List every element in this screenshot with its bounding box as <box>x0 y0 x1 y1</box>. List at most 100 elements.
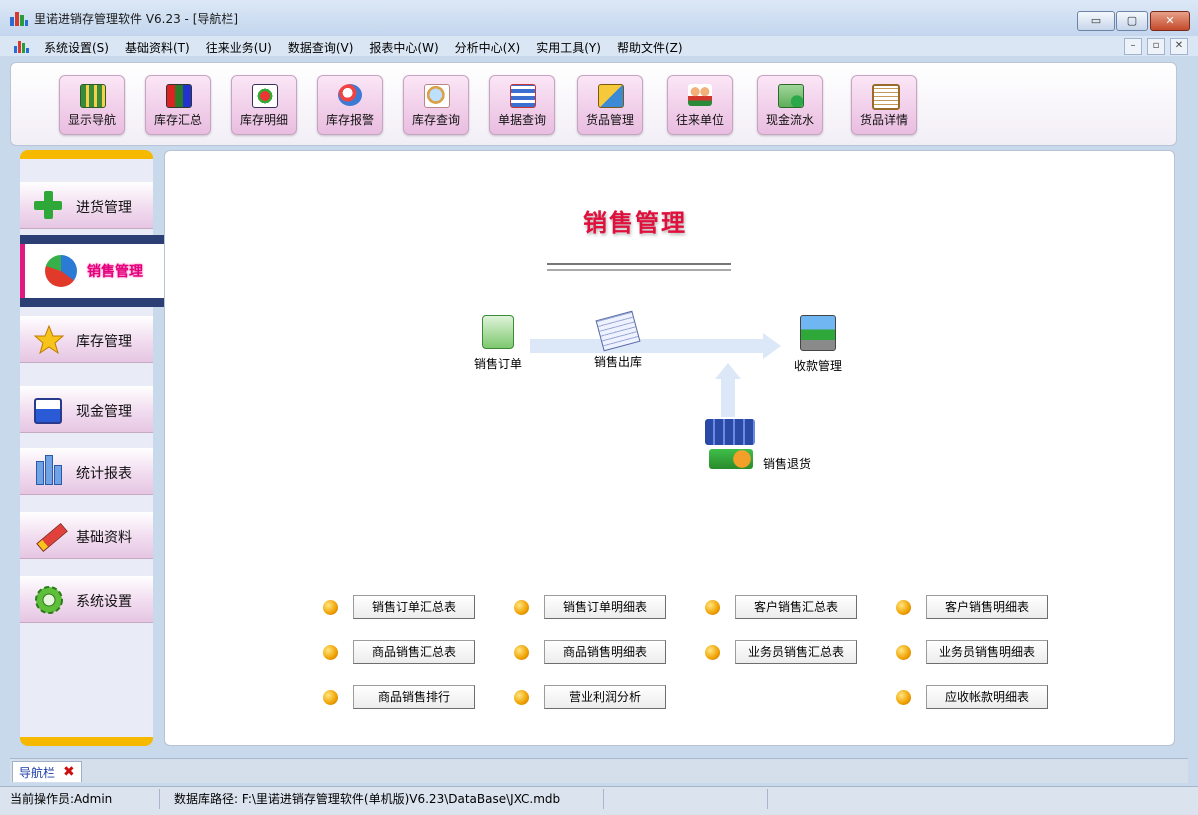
nav-item-purchase[interactable]: 进货管理 <box>20 182 153 229</box>
report-button-customer-sales-detail[interactable]: 客户销售明细表 <box>926 595 1048 619</box>
report-row: 商品销售排行 营业利润分析 应收帐款明细表 <box>323 685 1087 711</box>
menu-system-settings[interactable]: 系统设置(S) <box>44 39 109 56</box>
minimize-button[interactable]: ▭ <box>1077 11 1115 31</box>
toolbar-document-query-button[interactable]: 单据查询 <box>489 75 555 135</box>
nav-item-sales[interactable]: 销售管理 <box>20 244 165 298</box>
menu-business[interactable]: 往来业务(U) <box>206 39 272 56</box>
cash-register-icon <box>34 398 62 424</box>
window-title: 里诺进销存管理软件 V6.23 - [导航栏] <box>34 12 239 26</box>
menu-report-center[interactable]: 报表中心(W) <box>369 39 438 56</box>
menu-basic-data[interactable]: 基础资料(T) <box>125 39 190 56</box>
toolbar-label: 库存明细 <box>239 113 288 127</box>
mdi-minimize-button[interactable]: – <box>1124 38 1142 55</box>
menu-help[interactable]: 帮助文件(Z) <box>617 39 683 56</box>
report-button-receivables-detail[interactable]: 应收帐款明细表 <box>926 685 1048 709</box>
report-button-sales-order-detail[interactable]: 销售订单明细表 <box>544 595 666 619</box>
menu-utilities[interactable]: 实用工具(Y) <box>536 39 601 56</box>
star-icon <box>33 324 65 355</box>
report-row: 销售订单汇总表 销售订单明细表 客户销售汇总表 客户销售明细表 <box>323 595 1087 621</box>
toolbar-goods-detail-button[interactable]: 货品详情 <box>851 75 917 135</box>
nav-item-statistics[interactable]: 统计报表 <box>20 448 153 495</box>
report-row: 商品销售汇总表 商品销售明细表 业务员销售汇总表 业务员销售明细表 <box>323 640 1087 666</box>
flow-label: 销售订单 <box>473 357 522 371</box>
toolbar-inventory-summary-button[interactable]: 库存汇总 <box>145 75 211 135</box>
document-tab-strip: 导航栏 ✖ <box>10 758 1188 783</box>
toolbar-label: 库存汇总 <box>153 113 202 127</box>
return-goods-icon <box>709 449 753 469</box>
orange-bullet-icon <box>514 645 529 660</box>
app-menu-icon[interactable] <box>14 39 30 53</box>
report-button-sales-order-summary[interactable]: 销售订单汇总表 <box>353 595 475 619</box>
toolbar-label: 库存报警 <box>325 113 374 127</box>
toolbar-label: 往来单位 <box>675 113 724 127</box>
orange-bullet-icon <box>896 645 911 660</box>
goods-box-icon <box>598 84 624 108</box>
inventory-detail-icon <box>252 84 278 108</box>
report-button-salesperson-summary[interactable]: 业务员销售汇总表 <box>735 640 857 664</box>
toolbar-contacts-button[interactable]: 往来单位 <box>667 75 733 135</box>
main-panel: 销售管理 销售订单 销售出库 收款管理 销售退货 销售订单汇总表 销售订单明细表… <box>164 150 1175 746</box>
toolbar-label: 显示导航 <box>67 113 116 127</box>
flow-arrowhead-right <box>763 333 781 359</box>
nav-item-label: 系统设置 <box>76 594 132 610</box>
receipt-cash-register-icon <box>800 315 836 351</box>
nav-item-cash[interactable]: 现金管理 <box>20 386 153 433</box>
title-divider <box>547 263 731 271</box>
report-button-product-sales-summary[interactable]: 商品销售汇总表 <box>353 640 475 664</box>
toolbar-inventory-detail-button[interactable]: 库存明细 <box>231 75 297 135</box>
report-button-product-sales-detail[interactable]: 商品销售明细表 <box>544 640 666 664</box>
orange-bullet-icon <box>705 645 720 660</box>
nav-separator <box>20 298 165 307</box>
orange-bullet-icon <box>705 600 720 615</box>
flow-sales-out[interactable]: 销售出库 <box>583 310 653 370</box>
toolbar-label: 货品管理 <box>585 113 634 127</box>
flow-arrow-vertical <box>721 377 735 417</box>
flow-sales-order[interactable]: 销售订单 <box>463 315 533 372</box>
toolbar-cash-flow-button[interactable]: 现金流水 <box>757 75 823 135</box>
report-button-product-sales-ranking[interactable]: 商品销售排行 <box>353 685 475 709</box>
report-button-profit-analysis[interactable]: 营业利润分析 <box>544 685 666 709</box>
toolbar-inventory-alarm-button[interactable]: 库存报警 <box>317 75 383 135</box>
nav-item-label: 现金管理 <box>76 404 132 420</box>
flow-label: 销售出库 <box>593 355 642 369</box>
toolbar-goods-management-button[interactable]: 货品管理 <box>577 75 643 135</box>
nav-item-label: 进货管理 <box>76 200 132 216</box>
tab-label: 导航栏 <box>19 765 56 780</box>
gear-icon <box>34 585 63 614</box>
menu-bar: 系统设置(S) 基础资料(T) 往来业务(U) 数据查询(V) 报表中心(W) … <box>0 36 1198 56</box>
orange-bullet-icon <box>323 645 338 660</box>
flow-sales-return[interactable]: 销售退货 <box>705 419 835 475</box>
close-button[interactable]: ✕ <box>1150 11 1190 31</box>
menu-analysis-center[interactable]: 分析中心(X) <box>455 39 521 56</box>
orange-bullet-icon <box>323 600 338 615</box>
toolbar: 显示导航 库存汇总 库存明细 库存报警 库存查询 单据查询 货品管理 往来单位 … <box>10 62 1177 146</box>
report-button-customer-sales-summary[interactable]: 客户销售汇总表 <box>735 595 857 619</box>
tab-navigation[interactable]: 导航栏 ✖ <box>12 761 82 782</box>
toolbar-inventory-query-button[interactable]: 库存查询 <box>403 75 469 135</box>
mdi-close-button[interactable]: ✕ <box>1170 38 1188 55</box>
nav-item-basic-data[interactable]: 基础资料 <box>20 512 153 559</box>
toolbar-label: 单据查询 <box>497 113 546 127</box>
page-title: 销售管理 <box>583 209 687 237</box>
tab-close-icon[interactable]: ✖ <box>63 764 75 780</box>
bar-stats-icon <box>34 455 62 485</box>
nav-item-label: 统计报表 <box>76 466 132 482</box>
navigation-grid-icon <box>80 84 106 108</box>
menu-data-query[interactable]: 数据查询(V) <box>288 39 354 56</box>
toolbar-label: 货品详情 <box>859 113 908 127</box>
nav-item-inventory[interactable]: 库存管理 <box>20 316 153 363</box>
maximize-button[interactable]: ▢ <box>1116 11 1148 31</box>
toolbar-label: 现金流水 <box>765 113 814 127</box>
inventory-search-icon <box>424 84 450 108</box>
orange-bullet-icon <box>896 600 911 615</box>
contacts-people-icon <box>688 84 712 106</box>
delivery-truck-icon <box>705 419 755 445</box>
flow-receipt[interactable]: 收款管理 <box>783 315 853 374</box>
nav-item-system-settings[interactable]: 系统设置 <box>20 576 153 623</box>
orange-bullet-icon <box>514 600 529 615</box>
cash-flow-icon <box>778 84 804 108</box>
goods-detail-clipboard-icon <box>872 84 900 110</box>
report-button-salesperson-detail[interactable]: 业务员销售明细表 <box>926 640 1048 664</box>
toolbar-show-navigation-button[interactable]: 显示导航 <box>59 75 125 135</box>
mdi-restore-button[interactable]: ▫ <box>1147 38 1165 55</box>
